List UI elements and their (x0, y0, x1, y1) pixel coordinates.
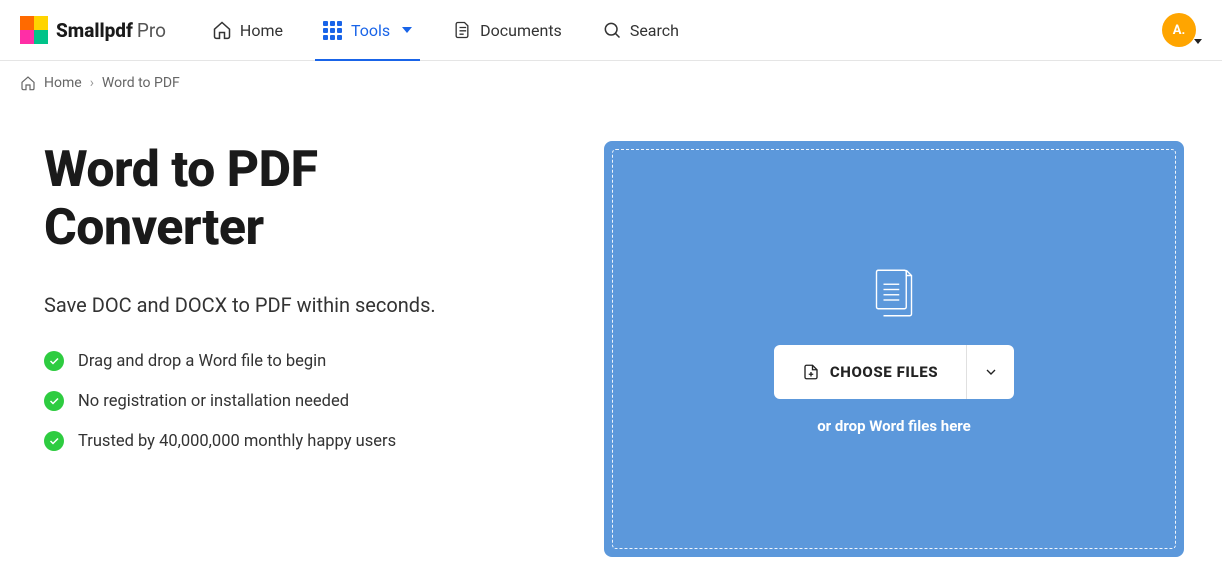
file-plus-icon (802, 363, 820, 381)
chevron-down-icon (983, 364, 999, 380)
nav-links: Home Tools Documents Search (196, 0, 1132, 61)
brand-name: Smallpdf (56, 19, 133, 42)
breadcrumb-separator: › (90, 75, 94, 91)
nav-tools-label: Tools (351, 21, 390, 40)
feature-text: Trusted by 40,000,000 monthly happy user… (78, 432, 396, 451)
breadcrumb: Home › Word to PDF (0, 61, 1222, 91)
check-icon (44, 431, 64, 451)
list-item: Trusted by 40,000,000 monthly happy user… (44, 431, 524, 451)
nav-home[interactable]: Home (196, 0, 299, 61)
nav-search[interactable]: Search (586, 0, 695, 61)
nav-home-label: Home (240, 21, 283, 40)
logo-icon (20, 16, 48, 44)
choose-files-label: CHOOSE FILES (830, 363, 938, 381)
list-item: Drag and drop a Word file to begin (44, 351, 524, 371)
chevron-down-icon (402, 27, 412, 33)
dropzone[interactable]: CHOOSE FILES or drop Word files here (604, 141, 1184, 557)
avatar: A. (1162, 13, 1196, 47)
account-menu[interactable]: A. (1162, 13, 1202, 47)
breadcrumb-current: Word to PDF (102, 75, 180, 91)
check-icon (44, 351, 64, 371)
chevron-down-icon (1194, 39, 1202, 44)
dropzone-inner: CHOOSE FILES or drop Word files here (612, 149, 1176, 549)
nav-documents[interactable]: Documents (436, 0, 578, 61)
page-subtitle: Save DOC and DOCX to PDF within seconds. (44, 293, 524, 317)
choose-files-dropdown[interactable] (966, 345, 1014, 399)
brand-suffix: Pro (137, 19, 166, 42)
brand[interactable]: SmallpdfPro (20, 16, 166, 44)
check-icon (44, 391, 64, 411)
nav-documents-label: Documents (480, 21, 562, 40)
nav-search-label: Search (630, 21, 679, 40)
feature-list: Drag and drop a Word file to begin No re… (44, 351, 524, 451)
feature-text: Drag and drop a Word file to begin (78, 352, 326, 371)
choose-files-group: CHOOSE FILES (774, 345, 1014, 399)
top-nav: SmallpdfPro Home Tools Documents (0, 0, 1222, 61)
home-icon (20, 75, 36, 91)
feature-text: No registration or installation needed (78, 392, 349, 411)
choose-files-button[interactable]: CHOOSE FILES (774, 345, 966, 399)
hero-text: Word to PDF Converter Save DOC and DOCX … (44, 141, 524, 557)
main-content: Word to PDF Converter Save DOC and DOCX … (0, 91, 1222, 577)
documents-icon (452, 20, 472, 40)
grid-icon (323, 20, 343, 40)
nav-tools[interactable]: Tools (307, 0, 428, 61)
page-title: Word to PDF Converter (44, 141, 524, 257)
drop-hint: or drop Word files here (817, 417, 971, 435)
document-stack-icon (866, 263, 922, 327)
search-icon (602, 20, 622, 40)
breadcrumb-home[interactable]: Home (44, 75, 82, 91)
home-icon (212, 20, 232, 40)
list-item: No registration or installation needed (44, 391, 524, 411)
